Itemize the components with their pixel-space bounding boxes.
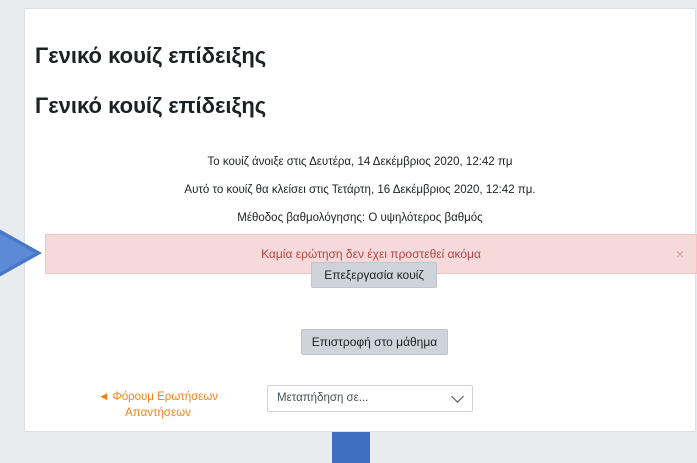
chevron-down-icon xyxy=(451,390,464,403)
jump-to-label: Μεταπήδηση σε... xyxy=(277,392,369,404)
return-to-course-button[interactable]: Επιστροφή στο μάθημα xyxy=(301,329,448,355)
page-title: Γενικό κουίζ επίδειξης xyxy=(35,43,267,68)
quiz-title: Γενικό κουίζ επίδειξης xyxy=(35,93,267,118)
edit-quiz-button[interactable]: Επεξεργασία κουίζ xyxy=(311,262,437,288)
quiz-close-date: Αυτό το κουίζ θα κλείσει στις Τετάρτη, 1… xyxy=(184,184,536,196)
grading-method: Μέθοδος βαθμολόγησης: Ο υψηλότερος βαθμό… xyxy=(237,212,483,224)
alert-message: Καμία ερώτηση δεν έχει προστεθεί ακόμα xyxy=(261,247,481,261)
close-icon[interactable]: × xyxy=(676,235,684,273)
quiz-open-date: Το κουίζ άνοιξε στις Δευτέρα, 14 Δεκέμβρ… xyxy=(207,156,513,168)
jump-to-select[interactable]: Μεταπήδηση σε... xyxy=(267,385,473,412)
scroll-nub xyxy=(332,432,370,463)
pointer-arrow-inner xyxy=(0,229,35,277)
prev-activity-link[interactable]: ◄ Φόρουμ Ερωτήσεων Απαντήσεων xyxy=(83,389,233,421)
quiz-card: Γενικό κουίζ επίδειξης Γενικό κουίζ επίδ… xyxy=(24,8,697,432)
